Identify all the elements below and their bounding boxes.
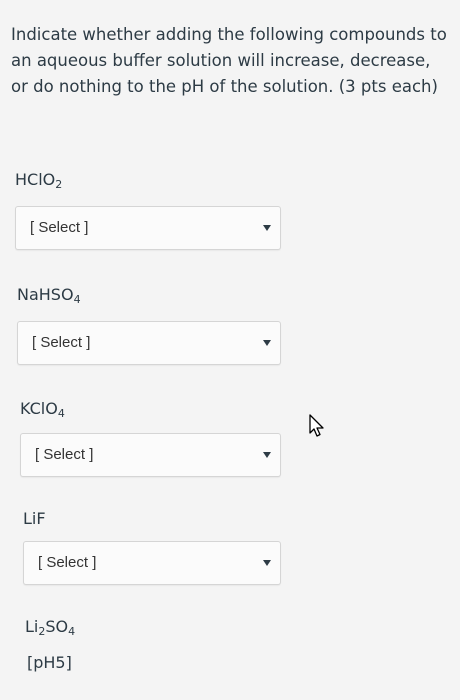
select-value: [ Select ] — [38, 554, 97, 571]
partial-select-text: [pH5] — [27, 653, 72, 672]
compound-label-nahso4: NaHSO4 — [17, 285, 81, 306]
compound-label-kclo4: KClO4 — [20, 399, 65, 420]
select-kclo4[interactable]: [ Select ] — [20, 433, 281, 477]
caret-down-icon — [263, 452, 271, 458]
compound-label-lif: LiF — [23, 509, 46, 528]
select-lif[interactable]: [ Select ] — [23, 541, 281, 585]
mouse-pointer-icon — [309, 414, 325, 442]
caret-down-icon — [263, 225, 271, 231]
select-value: [ Select ] — [30, 219, 89, 236]
select-value: [ Select ] — [32, 334, 91, 351]
select-hclo2[interactable]: [ Select ] — [15, 206, 281, 250]
caret-down-icon — [263, 560, 271, 566]
select-nahso4[interactable]: [ Select ] — [17, 321, 281, 365]
select-value: [ Select ] — [35, 446, 94, 463]
caret-down-icon — [263, 340, 271, 346]
compound-label-hclo2: HClO2 — [15, 170, 63, 191]
compound-label-li2so4: Li2SO4 — [25, 617, 76, 638]
question-text: Indicate whether adding the following co… — [11, 25, 447, 96]
